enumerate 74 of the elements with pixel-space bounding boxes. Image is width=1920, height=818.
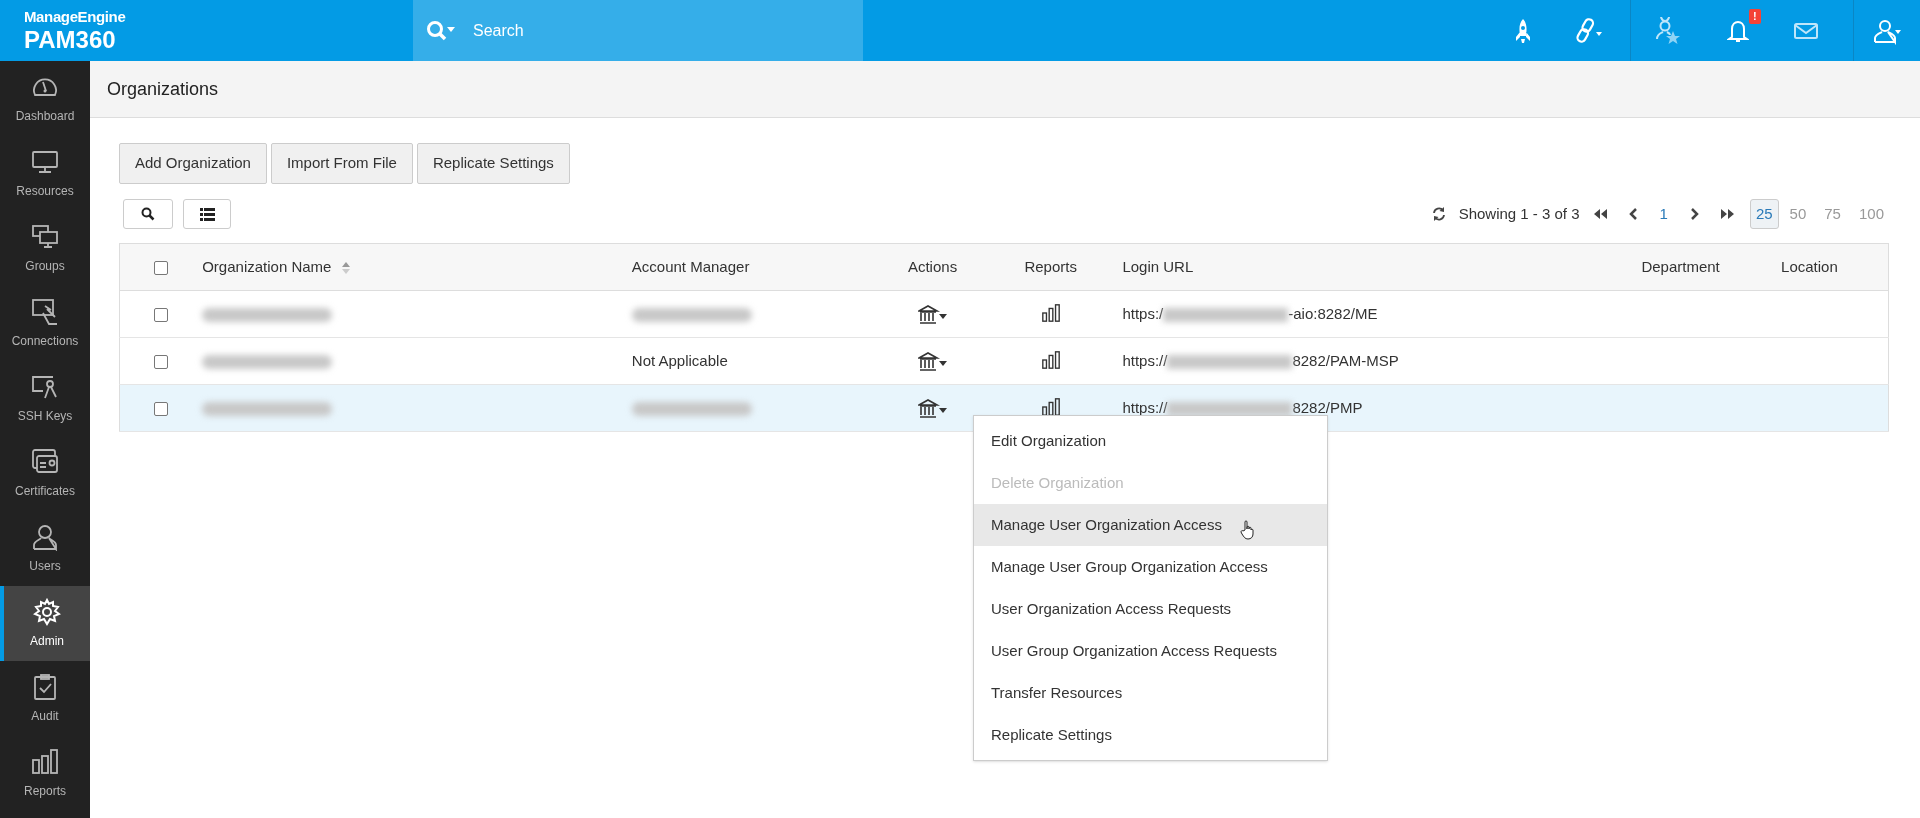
column-header: Reports	[1024, 257, 1077, 275]
menu-item[interactable]: Transfer Resources	[974, 672, 1327, 714]
bar-chart-icon[interactable]	[1039, 302, 1062, 323]
sort-icon[interactable]	[341, 260, 352, 275]
previous-page-icon[interactable]	[1627, 208, 1638, 220]
alert-badge: !	[1749, 8, 1761, 24]
clipboard-check-icon	[31, 672, 59, 701]
sidebar-item[interactable]: Reports	[0, 736, 90, 811]
url-prefix: https://	[1122, 351, 1168, 369]
checkbox[interactable]	[154, 260, 169, 275]
bar-chart-icon	[31, 747, 59, 776]
next-page-icon[interactable]	[1689, 208, 1700, 220]
column-header: Actions	[907, 257, 958, 275]
sidebar-item[interactable]: Groups	[0, 211, 90, 286]
monitor-satellite-icon	[31, 297, 59, 326]
table-row[interactable]: https:/ -aio:8282/ME	[119, 290, 1889, 338]
table-cell: Not Applicable	[631, 351, 728, 369]
link-icon[interactable]	[1574, 16, 1604, 45]
last-page-icon[interactable]	[1719, 208, 1736, 220]
refresh-icon[interactable]	[1430, 206, 1447, 222]
sidebar-item[interactable]: Dashboard	[0, 61, 90, 136]
certificate-icon	[31, 447, 59, 476]
url-prefix: https:/	[1122, 304, 1164, 322]
menu-item[interactable]: Manage User Group Organization Access	[974, 546, 1327, 588]
vendor-logo: ManageEngine	[24, 9, 127, 24]
checkbox[interactable]	[154, 354, 169, 369]
toolbar-button[interactable]: Import From File	[270, 143, 413, 184]
table-row[interactable]: Not Applicable https:// 8282/PAM-MSP	[119, 337, 1889, 385]
sidebar-item[interactable]: SSH Keys	[0, 361, 90, 436]
url-suffix: -aio:8282/ME	[1288, 304, 1378, 322]
bar-chart-icon[interactable]	[1039, 396, 1062, 417]
menu-item[interactable]: User Group Organization Access Requests	[974, 630, 1327, 672]
user-icon	[31, 522, 59, 551]
column-header[interactable]: Organization Name	[202, 257, 332, 275]
toolbar-button[interactable]: Replicate Settings	[416, 143, 570, 184]
bank-dropdown-icon[interactable]	[917, 351, 948, 372]
column-header: Account Manager	[631, 257, 750, 275]
checkbox[interactable]	[154, 307, 169, 322]
checkbox[interactable]	[154, 401, 169, 416]
sidebar-item[interactable]: Resources	[0, 136, 90, 211]
bank-dropdown-icon[interactable]	[917, 398, 948, 419]
column-header: Login URL	[1122, 257, 1194, 275]
search-icon	[141, 207, 155, 221]
pagination-summary: Showing 1 - 3 of 3	[1458, 203, 1580, 224]
sidebar-item[interactable]: Audit	[0, 661, 90, 736]
toolbar-button[interactable]: Add Organization	[119, 143, 267, 184]
sidebar-item[interactable]: Connections	[0, 286, 90, 361]
url-prefix: https://	[1122, 398, 1168, 416]
url-suffix: 8282/PMP	[1292, 398, 1363, 416]
search-icon	[425, 18, 457, 43]
list-icon	[199, 207, 215, 221]
search-button[interactable]	[123, 199, 173, 229]
bar-chart-icon[interactable]	[1039, 349, 1062, 370]
page-number[interactable]: 1	[1659, 202, 1668, 226]
search-bar[interactable]: Search	[413, 0, 863, 61]
monitors-icon	[31, 222, 59, 251]
bank-dropdown-icon[interactable]	[917, 304, 948, 325]
url-suffix: 8282/PAM-MSP	[1292, 351, 1399, 369]
column-header: Location	[1781, 257, 1838, 275]
gear-icon	[33, 597, 61, 626]
page-size-option[interactable]: 25	[1749, 199, 1779, 229]
product-name: PAM360	[24, 28, 117, 52]
menu-item[interactable]: User Organization Access Requests	[974, 588, 1327, 630]
sidebar-item[interactable]: Users	[0, 511, 90, 586]
column-chooser-button[interactable]	[183, 199, 231, 229]
hand-cursor-icon	[1239, 520, 1256, 540]
sidebar-item[interactable]: Admin	[0, 586, 90, 661]
menu-item[interactable]: Replicate Settings	[974, 714, 1327, 756]
search-field[interactable]: Search	[473, 18, 773, 43]
column-header: Department	[1641, 257, 1720, 275]
sidebar-item[interactable]: Certificates	[0, 436, 90, 511]
menu-item[interactable]: Manage User Organization Access	[974, 504, 1327, 546]
bell-icon[interactable]	[1727, 18, 1749, 43]
page-title: Organizations	[107, 77, 219, 101]
